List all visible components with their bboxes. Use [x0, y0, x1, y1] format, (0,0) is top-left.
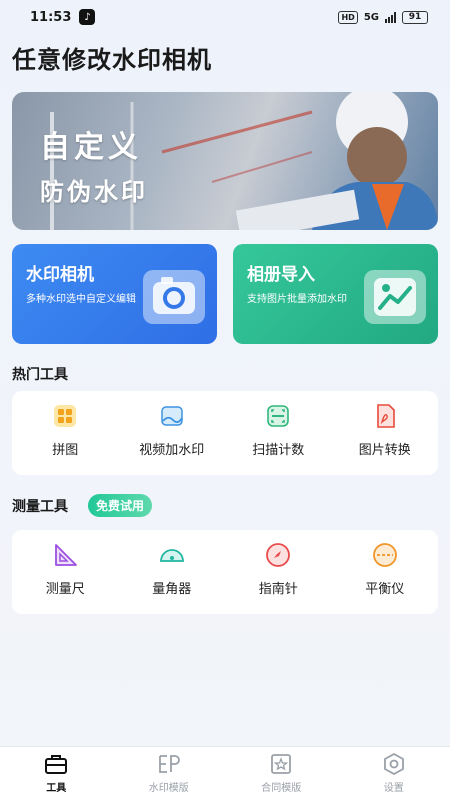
- protractor-icon: [159, 542, 185, 568]
- signal-icon: [385, 11, 396, 23]
- status-time: 11:53: [30, 9, 72, 25]
- gallery-icon: [364, 270, 426, 324]
- tool-compass[interactable]: 指南针: [225, 530, 332, 614]
- tool-ruler[interactable]: 测量尺: [12, 530, 119, 614]
- tool-level[interactable]: 平衡仪: [332, 530, 439, 614]
- card-desc: 支持图片批量添加水印: [247, 294, 347, 305]
- banner-title: 自定义: [40, 130, 142, 165]
- card-desc: 多种水印选中自定义编辑: [26, 294, 136, 305]
- page-title: 任意修改水印相机: [12, 46, 212, 74]
- toolbox-icon: [44, 753, 68, 775]
- tool-label: 量角器: [152, 582, 192, 597]
- status-bar: 11:53 ♪ HD 5G 91: [0, 0, 450, 34]
- watermark-camera-card[interactable]: 水印相机 多种水印选中自定义编辑: [12, 244, 217, 344]
- tool-label: 测量尺: [45, 582, 85, 597]
- settings-icon: [382, 753, 406, 775]
- tool-video-watermark[interactable]: 视频加水印: [119, 391, 226, 475]
- tab-label: 合同模版: [261, 783, 302, 794]
- level-icon: [372, 542, 398, 568]
- tool-puzzle[interactable]: 拼图: [12, 391, 119, 475]
- tab-watermark-template[interactable]: 水印模版: [113, 747, 226, 800]
- tool-protractor[interactable]: 量角器: [119, 530, 226, 614]
- pdf-icon: [372, 403, 398, 429]
- compass-icon: [265, 542, 291, 568]
- hd-icon: HD: [338, 10, 358, 24]
- bottom-tab-bar: 工具 水印模版 合同模版 设置: [0, 746, 450, 800]
- watermark-template-icon: [157, 753, 181, 775]
- tab-label: 设置: [383, 783, 404, 794]
- tab-contract-template[interactable]: 合同模版: [225, 747, 338, 800]
- banner[interactable]: 自定义 防伪水印: [12, 92, 438, 230]
- triangle-ruler-icon: [52, 542, 78, 568]
- measure-tools-panel: 测量尺 量角器 指南针 平衡仪: [12, 530, 438, 614]
- tiktok-icon: ♪: [79, 9, 96, 25]
- tab-settings[interactable]: 设置: [338, 747, 450, 800]
- tab-label: 水印模版: [148, 783, 189, 794]
- tool-label: 拼图: [52, 443, 79, 458]
- video-watermark-icon: [159, 403, 185, 429]
- tool-label: 指南针: [258, 582, 298, 597]
- battery-icon: 91: [402, 10, 428, 24]
- banner-subtitle: 防伪水印: [40, 178, 148, 206]
- puzzle-icon: [52, 403, 78, 429]
- tool-scan-count[interactable]: 扫描计数: [225, 391, 332, 475]
- camera-icon: [143, 270, 205, 324]
- album-import-card[interactable]: 相册导入 支持图片批量添加水印: [233, 244, 438, 344]
- tool-label: 视频加水印: [139, 443, 205, 458]
- measure-tools-title: 测量工具: [12, 499, 68, 515]
- contract-template-icon: [269, 753, 293, 775]
- tab-label: 工具: [46, 783, 67, 794]
- scan-icon: [265, 403, 291, 429]
- tool-image-convert[interactable]: 图片转换: [332, 391, 439, 475]
- tab-tools[interactable]: 工具: [0, 747, 113, 800]
- tool-label: 扫描计数: [252, 443, 305, 458]
- hot-tools-panel: 拼图 视频加水印 扫描计数 图片转换: [12, 391, 438, 475]
- free-trial-badge: 免费试用: [88, 494, 153, 517]
- network-label: 5G: [363, 11, 379, 23]
- tool-label: 平衡仪: [365, 582, 405, 597]
- battery-level: 91: [408, 12, 422, 22]
- hot-tools-title: 热门工具: [12, 367, 68, 383]
- tool-label: 图片转换: [358, 443, 411, 458]
- banner-text: 自定义 防伪水印: [40, 122, 148, 207]
